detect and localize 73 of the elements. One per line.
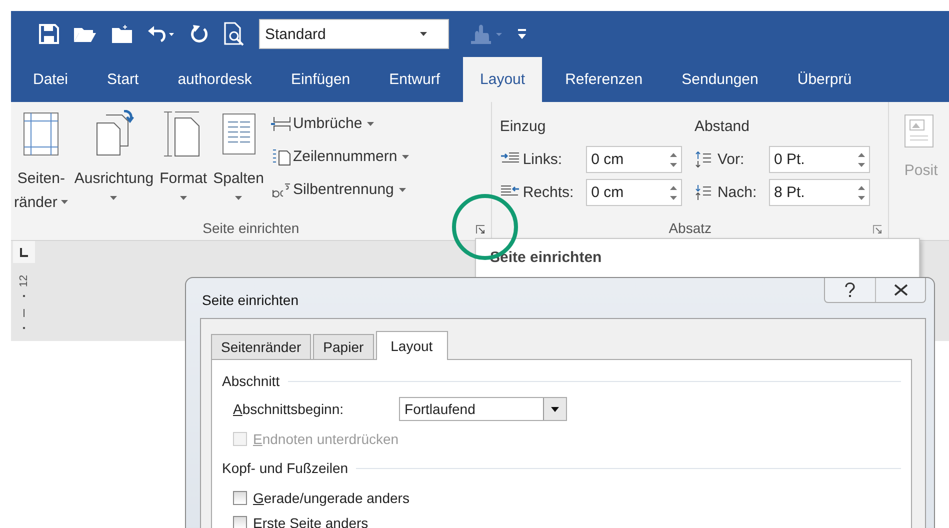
line-numbers-icon	[270, 148, 291, 166]
dialog-tab[interactable]: Layout	[376, 331, 448, 360]
section-heading: Kopf- und Fußzeilen	[222, 460, 348, 476]
spin-field[interactable]: 0 Pt.	[769, 146, 870, 173]
section-heading: Abschnitt	[222, 373, 280, 389]
caret-icon	[398, 188, 406, 192]
caret-icon	[61, 200, 68, 204]
redo-icon[interactable]	[189, 24, 209, 44]
checkbox[interactable]	[233, 516, 247, 528]
customize-icon[interactable]	[517, 28, 527, 40]
spin-field[interactable]: 0 cm	[586, 179, 682, 206]
field-label: Vor:	[717, 151, 744, 168]
section-start-dropdown[interactable]: Fortlaufend	[398, 397, 567, 421]
style-dropdown[interactable]: Standard	[259, 19, 449, 49]
touch-icon	[469, 24, 503, 44]
ribbon-button[interactable]: Seiten- ränder	[11, 102, 72, 218]
checkbox-label: Endnoten unterdrücken	[253, 430, 399, 446]
breaks-icon	[270, 114, 291, 132]
section-heading: Einzug	[500, 118, 547, 135]
ribbon-tab[interactable]: Überprü	[781, 57, 868, 102]
section-heading: Abstand	[694, 118, 750, 135]
caret-icon	[367, 122, 374, 126]
ribbon-tab[interactable]: Layout	[463, 57, 542, 102]
ribbon-tab[interactable]: Sendungen	[666, 57, 774, 102]
dropdown-arrow-icon	[550, 406, 559, 412]
spin-field[interactable]: 0 cm	[586, 146, 682, 173]
spin-arrows-icon	[858, 186, 865, 200]
caret-icon	[110, 196, 118, 200]
close-icon	[894, 284, 908, 296]
ribbon-tab[interactable]: Start	[91, 57, 155, 102]
group-label: Absatz	[668, 219, 713, 238]
help-icon	[844, 282, 856, 298]
checkbox-label: Gerade/ungerade anders	[253, 490, 410, 506]
print-preview-icon[interactable]	[223, 22, 245, 46]
spin-arrows-icon	[670, 152, 678, 166]
ribbon-button[interactable]: Spalten	[210, 102, 267, 218]
ruler-number: 12	[18, 274, 30, 288]
caret-icon	[180, 196, 187, 200]
pages-icon	[94, 110, 134, 158]
field-label: Abschnittsbeginn:	[233, 401, 344, 417]
caret-icon	[402, 154, 410, 158]
caret-icon	[420, 32, 427, 36]
spin-field[interactable]: 8 Pt.	[769, 179, 870, 206]
field-label: Rechts:	[522, 184, 574, 201]
checkbox[interactable]	[233, 490, 247, 504]
ribbon-tab[interactable]: authordesk	[162, 57, 268, 102]
field-label: Nach:	[717, 184, 757, 201]
ribbon-tab[interactable]: Datei	[17, 57, 84, 102]
undo-icon[interactable]	[147, 24, 175, 44]
ribbon-tab[interactable]: Einfügen	[274, 57, 366, 102]
dialog-tab[interactable]: Seitenränder	[211, 334, 312, 359]
position-icon	[904, 114, 934, 148]
checkbox-label: Erste Seite anders	[253, 514, 368, 528]
spin-arrows-icon	[858, 152, 865, 166]
dialog-launcher-icon[interactable]	[873, 225, 882, 234]
ribbon-tab[interactable]: Referenzen	[549, 57, 659, 102]
group-label: Seite einrichten	[202, 219, 300, 238]
dialog-tab[interactable]: Papier	[313, 334, 374, 359]
tab-selector-icon[interactable]	[13, 241, 35, 263]
field-label: Links:	[522, 151, 562, 168]
ribbon-button[interactable]: Ausrichtung	[71, 102, 157, 218]
ribbon-tab[interactable]: Entwurf	[373, 57, 456, 102]
ribbon-button[interactable]: Zeilennummern	[270, 145, 410, 168]
caret-icon	[235, 196, 242, 200]
ribbon-button[interactable]: Format	[156, 102, 210, 218]
save-icon[interactable]	[39, 24, 59, 44]
dialog-title: Seite einrichten	[201, 292, 299, 308]
ribbon-button[interactable]: Silbentrennung	[270, 178, 410, 201]
dialog-launcher-icon[interactable]	[476, 225, 485, 234]
ribbon-button[interactable]: Umbrüche	[270, 112, 410, 135]
folder-icon[interactable]	[111, 24, 133, 44]
spin-arrows-icon	[670, 186, 678, 200]
margins-icon	[21, 110, 62, 158]
